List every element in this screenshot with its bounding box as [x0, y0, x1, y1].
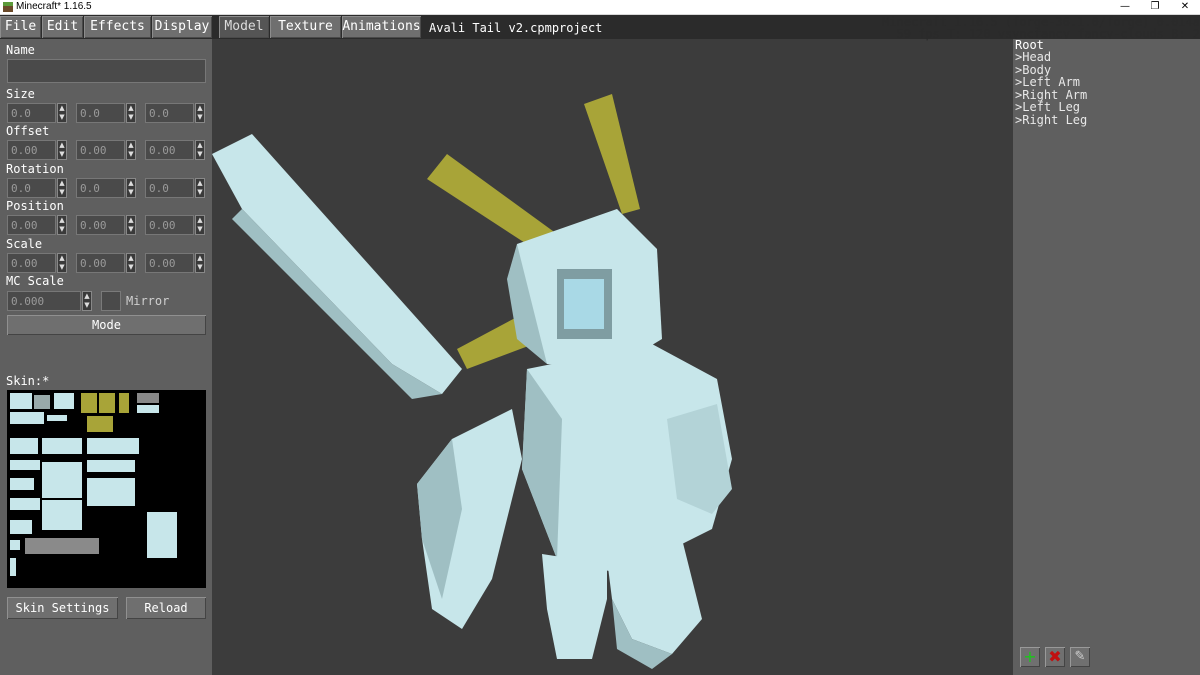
- head-feather-top: [584, 94, 640, 214]
- mc-scale-spinner[interactable]: ▲ ▼: [82, 291, 92, 311]
- size-label: Size: [6, 87, 35, 101]
- size-z-field[interactable]: 0.0: [145, 103, 194, 123]
- model-tree-panel: Root >Head >Body >Left Arm >Right Arm >L…: [1013, 39, 1200, 675]
- offset-y-field[interactable]: 0.00: [76, 140, 125, 160]
- position-z-spinner[interactable]: ▲ ▼: [195, 215, 205, 235]
- position-x-spinner[interactable]: ▲ ▼: [57, 215, 67, 235]
- rotation-z-field[interactable]: 0.0: [145, 178, 194, 198]
- position-z-field[interactable]: 0.00: [145, 215, 194, 235]
- tab-animations[interactable]: Animations: [342, 16, 421, 38]
- tree-item-left-arm[interactable]: >Left Arm: [1015, 76, 1080, 88]
- rotation-x-spinner[interactable]: ▲ ▼: [57, 178, 67, 198]
- size-x-spinner[interactable]: ▲ ▼: [57, 103, 67, 123]
- rotation-y-field[interactable]: 0.0: [76, 178, 125, 198]
- mc-scale-field[interactable]: 0.000: [7, 291, 81, 311]
- rotation-z-spinner[interactable]: ▲ ▼: [195, 178, 205, 198]
- position-y-field[interactable]: 0.00: [76, 215, 125, 235]
- size-z-spinner[interactable]: ▲ ▼: [195, 103, 205, 123]
- offset-label: Offset: [6, 124, 50, 138]
- scale-x-spinner[interactable]: ▲ ▼: [57, 253, 67, 273]
- rotation-y-spinner[interactable]: ▲ ▼: [126, 178, 136, 198]
- mode-button[interactable]: Mode: [7, 315, 206, 335]
- tree-item-right-leg[interactable]: >Right Leg: [1015, 114, 1087, 126]
- eye-inner: [564, 279, 604, 329]
- skin-settings-button[interactable]: Skin Settings: [7, 597, 118, 619]
- window-titlebar: Minecraft* 1.16.5 — ❐ ✕: [0, 0, 1200, 15]
- position-label: Position: [6, 199, 64, 213]
- scale-z-field[interactable]: 0.00: [145, 253, 194, 273]
- avali-model-render: [212, 94, 732, 669]
- left-wing: [212, 134, 462, 394]
- tree-item-head[interactable]: >Head: [1015, 51, 1051, 63]
- properties-panel: Name Size 0.0 ▲ ▼ 0.0 ▲ ▼ 0.0 ▲ ▼ Offset 0.…: [0, 39, 212, 675]
- size-y-field[interactable]: 0.0: [76, 103, 125, 123]
- delete-icon[interactable]: ✖: [1045, 647, 1065, 667]
- brush-icon[interactable]: ✎: [1070, 647, 1090, 667]
- size-y-spinner[interactable]: ▲ ▼: [126, 103, 136, 123]
- skin-texture-preview[interactable]: [7, 390, 206, 588]
- close-button[interactable]: ✕: [1170, 0, 1200, 14]
- left-leg: [542, 554, 607, 659]
- menu-edit[interactable]: Edit: [42, 16, 83, 38]
- tab-model[interactable]: Model: [219, 16, 269, 38]
- mirror-checkbox[interactable]: [101, 291, 121, 311]
- mirror-label: Mirror: [126, 294, 170, 308]
- menu-effects[interactable]: Effects: [84, 16, 151, 38]
- skin-label: Skin:*: [6, 374, 50, 388]
- offset-x-spinner[interactable]: ▲ ▼: [57, 140, 67, 160]
- mc-scale-label: MC Scale: [6, 274, 64, 288]
- minecraft-app-icon: [3, 2, 13, 12]
- tab-texture[interactable]: Texture: [270, 16, 341, 38]
- model-viewport[interactable]: [212, 39, 1013, 675]
- tree-item-left-leg[interactable]: >Left Leg: [1015, 101, 1080, 113]
- rotation-label: Rotation: [6, 162, 64, 176]
- rotation-x-field[interactable]: 0.0: [7, 178, 56, 198]
- menu-display[interactable]: Display: [152, 16, 212, 38]
- reload-button[interactable]: Reload: [126, 597, 206, 619]
- debug-overlay: Minecraft 1.16.5 (forge-36.1.0/forge) 0.…: [882, 16, 1200, 40]
- scale-z-spinner[interactable]: ▲ ▼: [195, 253, 205, 273]
- offset-z-spinner[interactable]: ▲ ▼: [195, 140, 205, 160]
- name-field[interactable]: [7, 59, 206, 83]
- plus-icon[interactable]: +: [1020, 647, 1040, 667]
- minimize-button[interactable]: —: [1110, 0, 1140, 14]
- position-y-spinner[interactable]: ▲ ▼: [126, 215, 136, 235]
- restore-button[interactable]: ❐: [1140, 0, 1170, 14]
- scale-y-field[interactable]: 0.00: [76, 253, 125, 273]
- offset-z-field[interactable]: 0.00: [145, 140, 194, 160]
- scale-label: Scale: [6, 237, 43, 251]
- offset-y-spinner[interactable]: ▲ ▼: [126, 140, 136, 160]
- menu-file[interactable]: File: [0, 16, 41, 38]
- name-label: Name: [6, 43, 35, 57]
- size-x-field[interactable]: 0.0: [7, 103, 56, 123]
- scale-y-spinner[interactable]: ▲ ▼: [126, 253, 136, 273]
- project-name: Avali Tail v2.cpmproject: [429, 21, 603, 35]
- position-x-field[interactable]: 0.00: [7, 215, 56, 235]
- offset-x-field[interactable]: 0.00: [7, 140, 56, 160]
- scale-x-field[interactable]: 0.00: [7, 253, 56, 273]
- window-title: Minecraft* 1.16.5: [16, 1, 92, 12]
